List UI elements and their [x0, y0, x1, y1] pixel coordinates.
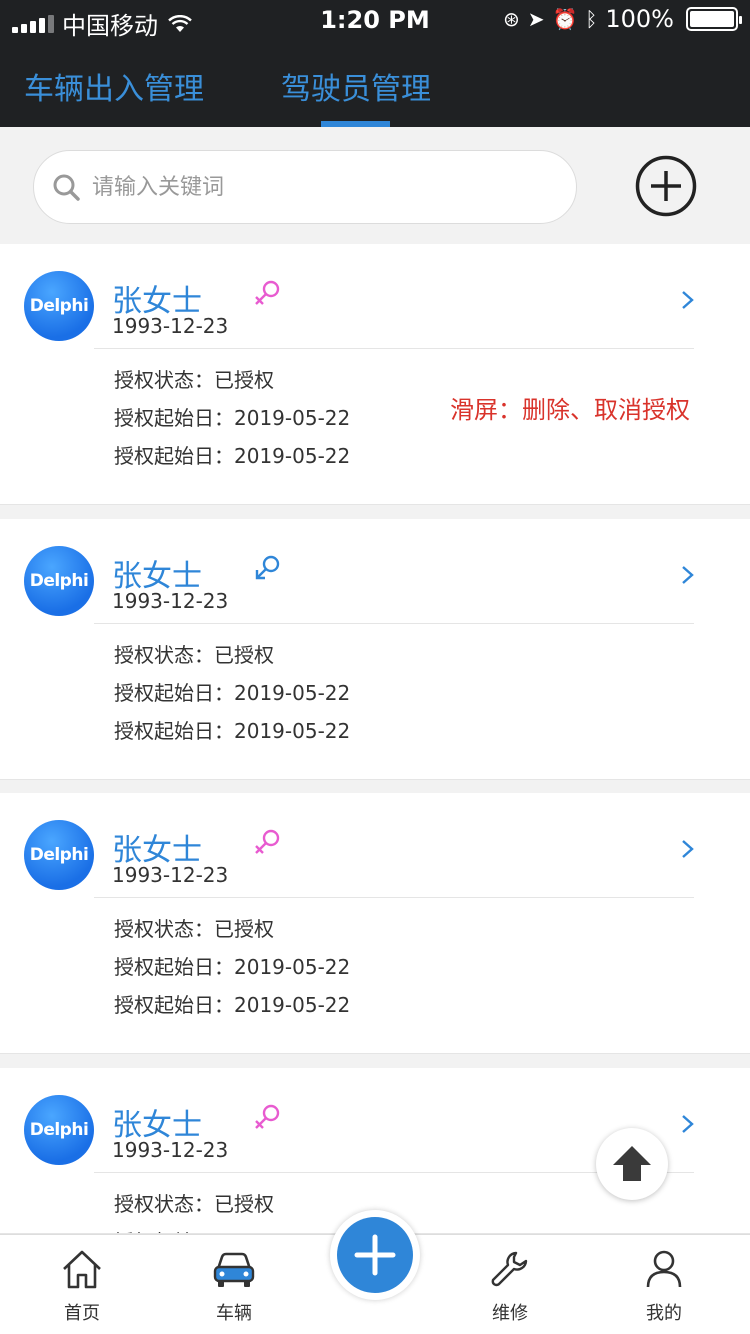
swipe-hint: 滑屏：删除、取消授权 [450, 396, 690, 424]
driver-birthdate: 1993-12-23 [112, 314, 229, 338]
arrow-up-icon [613, 1146, 651, 1181]
center-add-inner [337, 1217, 413, 1293]
location-icon: ➤ [527, 7, 545, 31]
nav-home[interactable]: 首页 [32, 1235, 132, 1334]
search-icon [53, 174, 80, 201]
plus-icon [354, 1234, 396, 1276]
search-input[interactable] [92, 174, 492, 200]
car-icon [213, 1252, 255, 1287]
driver-birthdate: 1993-12-23 [112, 1138, 229, 1162]
driver-birthdate: 1993-12-23 [112, 589, 229, 613]
user-icon [646, 1250, 682, 1288]
card-divider [94, 623, 694, 624]
search-box[interactable] [33, 150, 577, 224]
driver-card[interactable]: Delphi张女士1993-12-23授权状态：已授权授权起始日：2019-05… [0, 244, 750, 505]
auth-status-value: 已授权 [214, 917, 274, 941]
avatar: Delphi [24, 1095, 94, 1165]
avatar: Delphi [24, 820, 94, 890]
driver-card[interactable]: Delphi张女士1993-12-23授权状态：已授权授权起始日：2019-05… [0, 793, 750, 1054]
nav-repair-label: 维修 [492, 1303, 528, 1324]
auth-start-value: 2019-05-22 [234, 444, 351, 468]
auth-start-row: 授权起始日：2019-05-22 [114, 1226, 350, 1233]
nav-home-label: 首页 [64, 1303, 100, 1324]
tab-driver-management[interactable]: 驾驶员管理 [281, 64, 431, 108]
auth-status-label: 授权状态： [114, 917, 214, 941]
female-icon [255, 1104, 280, 1129]
nav-vehicle[interactable]: 车辆 [184, 1235, 284, 1334]
auth-status-label: 授权状态： [114, 643, 214, 667]
tab-vehicle-access[interactable]: 车辆出入管理 [24, 64, 204, 108]
male-icon [255, 555, 280, 580]
auth-start-label: 授权起始日： [114, 406, 234, 430]
auth-status-label: 授权状态： [114, 368, 214, 392]
auth-start-value: 2019-05-22 [234, 993, 351, 1017]
driver-birthdate: 1993-12-23 [112, 863, 229, 887]
auth-status-label: 授权状态： [114, 1192, 214, 1216]
chevron-right-icon[interactable] [680, 289, 696, 311]
chevron-right-icon[interactable] [680, 1113, 696, 1135]
wrench-icon [491, 1251, 528, 1287]
avatar: Delphi [24, 271, 94, 341]
auth-start-label: 授权起始日： [114, 681, 234, 705]
orientation-lock-icon: ⊛ [502, 7, 520, 31]
auth-start-label: 授权起始日： [114, 955, 234, 979]
auth-start-row: 授权起始日：2019-05-22 [114, 440, 350, 469]
bluetooth-icon: ᛒ [585, 7, 598, 31]
auth-start-label: 授权起始日： [114, 719, 234, 743]
auth-start-row: 授权起始日：2019-05-22 [114, 951, 350, 980]
female-icon [255, 829, 280, 854]
tab-header: 车辆出入管理 驾驶员管理 [0, 40, 750, 127]
auth-status-row: 授权状态：已授权 [114, 1188, 274, 1217]
add-driver-button[interactable] [635, 155, 697, 217]
nav-mine[interactable]: 我的 [614, 1235, 714, 1334]
chevron-right-icon[interactable] [680, 838, 696, 860]
auth-start-label: 授权起始日： [114, 444, 234, 468]
card-divider [94, 897, 694, 898]
auth-start-row: 授权起始日：2019-05-22 [114, 989, 350, 1018]
avatar: Delphi [24, 546, 94, 616]
auth-status-row: 授权状态：已授权 [114, 639, 274, 668]
nav-vehicle-label: 车辆 [216, 1303, 252, 1324]
battery-icon [686, 7, 742, 31]
auth-status-value: 已授权 [214, 368, 274, 392]
scroll-top-button[interactable] [596, 1128, 668, 1200]
auth-start-value: 2019-05-22 [234, 406, 351, 430]
auth-start-value: 2019-05-22 [234, 681, 351, 705]
auth-start-row: 授权起始日：2019-05-22 [114, 677, 350, 706]
auth-start-value: 2019-05-22 [234, 719, 351, 743]
card-divider [94, 348, 694, 349]
auth-status-row: 授权状态：已授权 [114, 364, 274, 393]
nav-repair[interactable]: 维修 [460, 1235, 560, 1334]
auth-start-row: 授权起始日：2019-05-22 [114, 715, 350, 744]
female-icon [255, 280, 280, 305]
status-bar: 中国移动 1:20 PM ⊛ ➤ ⏰ ᛒ 100% [0, 0, 750, 40]
auth-start-row: 授权起始日：2019-05-22 [114, 402, 350, 431]
battery-percent: 100% [605, 5, 674, 33]
auth-start-label: 授权起始日： [114, 993, 234, 1017]
chevron-right-icon[interactable] [680, 564, 696, 586]
alarm-icon: ⏰ [552, 7, 578, 31]
driver-card[interactable]: Delphi张女士1993-12-23授权状态：已授权授权起始日：2019-05… [0, 519, 750, 780]
auth-status-value: 已授权 [214, 1192, 274, 1216]
auth-start-value: 2019-05-22 [234, 955, 351, 979]
center-add-button[interactable] [330, 1210, 420, 1300]
auth-status-row: 授权状态：已授权 [114, 913, 274, 942]
nav-mine-label: 我的 [646, 1303, 682, 1324]
status-right: ⊛ ➤ ⏰ ᛒ 100% [502, 5, 742, 33]
auth-status-value: 已授权 [214, 643, 274, 667]
home-icon [63, 1250, 101, 1289]
